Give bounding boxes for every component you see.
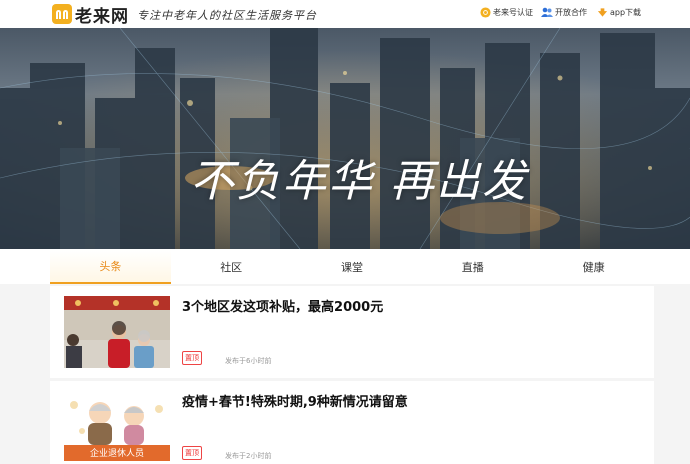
pinned-badge: 置顶 xyxy=(182,446,202,460)
article-card[interactable]: 企业退休人员 疫情+春节!特殊时期,9种新情况请留意 置顶 发布于2小时前 xyxy=(50,381,654,464)
article-thumbnail[interactable]: 企业退休人员 xyxy=(64,391,170,463)
article-time: 发布于6小时前 xyxy=(225,357,272,365)
tab-live[interactable]: 直播 xyxy=(412,250,533,284)
article-title[interactable]: 3个地区发这项补贴，最高2000元 xyxy=(182,296,383,315)
banner-title: 不负年华 再出发 xyxy=(190,156,528,207)
verify-link-label: 老来号认证 xyxy=(493,8,533,17)
pinned-badge: 置顶 xyxy=(182,351,202,365)
logo-icon xyxy=(52,4,72,24)
top-header: 老来网 专注中老年人的社区生活服务平台 老来号认证 开放合作 app下载 xyxy=(0,0,690,28)
article-time: 发布于2小时前 xyxy=(225,452,272,460)
article-card[interactable]: 3个地区发这项补贴，最高2000元 置顶 发布于6小时前 xyxy=(50,286,654,378)
verify-link[interactable]: 老来号认证 xyxy=(480,7,533,18)
app-download-label: app下载 xyxy=(610,8,642,17)
elderly-women-photo xyxy=(64,296,170,368)
cooperation-link-label: 开放合作 xyxy=(555,8,587,17)
retirees-illustration: 企业退休人员 xyxy=(64,391,170,463)
users-icon xyxy=(541,7,553,17)
logo-text: 老来网 xyxy=(75,6,129,27)
tab-headlines[interactable]: 头条 xyxy=(50,250,171,284)
tab-classroom[interactable]: 课堂 xyxy=(292,250,413,284)
tab-health[interactable]: 健康 xyxy=(533,250,654,284)
site-logo[interactable]: 老来网 xyxy=(52,3,129,27)
thumbnail-caption: 企业退休人员 xyxy=(90,447,144,459)
article-title[interactable]: 疫情+春节!特殊时期,9种新情况请留意 xyxy=(182,391,408,410)
sun-badge-icon xyxy=(480,7,491,18)
cooperation-link[interactable]: 开放合作 xyxy=(541,7,587,18)
category-tabs: 头条 社区 课堂 直播 健康 xyxy=(50,250,654,284)
hero-banner[interactable]: 不负年华 再出发 xyxy=(0,28,690,249)
site-slogan: 专注中老年人的社区生活服务平台 xyxy=(137,9,317,22)
city-skyline-image xyxy=(0,28,690,249)
article-thumbnail[interactable] xyxy=(64,296,170,368)
download-icon xyxy=(597,7,608,17)
tab-community[interactable]: 社区 xyxy=(171,250,292,284)
app-download-link[interactable]: app下载 xyxy=(597,7,641,18)
